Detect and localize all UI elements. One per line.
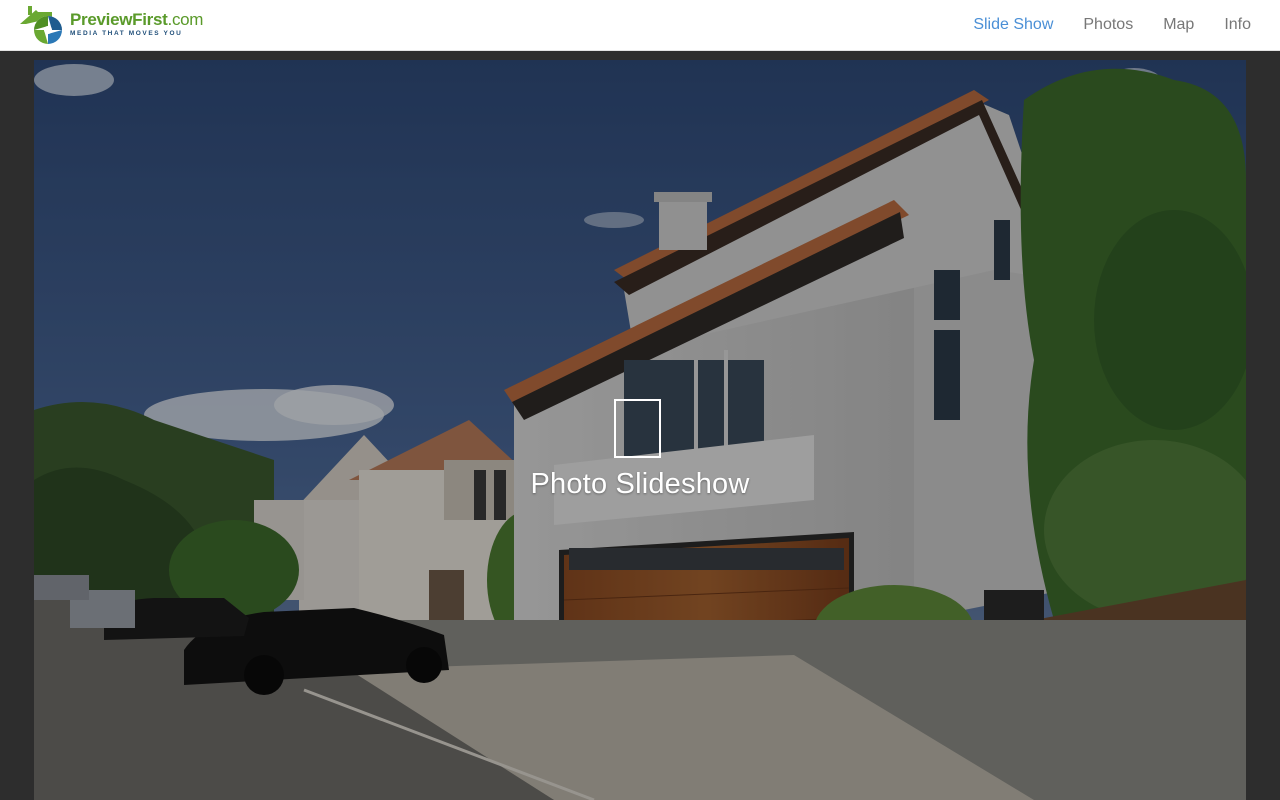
brand-logo[interactable]: PreviewFirst.com MEDIA THAT MOVES YOU (18, 4, 203, 46)
brand-tagline: MEDIA THAT MOVES YOU (70, 30, 183, 37)
slideshow-hero[interactable]: Photo Slideshow (34, 60, 1246, 800)
top-navbar: PreviewFirst.com MEDIA THAT MOVES YOU Sl… (0, 0, 1280, 51)
brand-tld: .com (167, 10, 204, 29)
house-aperture-logo-icon (20, 6, 62, 44)
nav-link-photos[interactable]: Photos (1068, 0, 1148, 50)
nav-link-map[interactable]: Map (1148, 0, 1209, 50)
nav-link-slide-show[interactable]: Slide Show (958, 0, 1068, 50)
nav-link-info[interactable]: Info (1209, 0, 1280, 50)
main-nav: Slide Show Photos Map Info (958, 0, 1280, 50)
brand-wordmark: PreviewFirst.com (70, 10, 203, 30)
slideshow-frame-icon[interactable] (614, 399, 661, 458)
brand-name: PreviewFirst (70, 10, 168, 29)
slideshow-title[interactable]: Photo Slideshow (34, 468, 1246, 501)
